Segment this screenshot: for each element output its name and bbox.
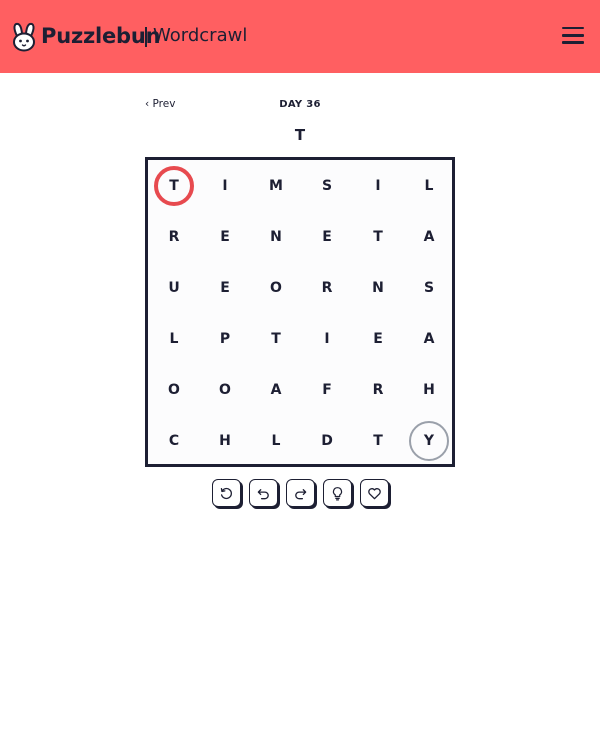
prev-link[interactable]: ‹ Prev (145, 98, 175, 110)
grid-cell[interactable]: R (358, 370, 398, 410)
undo-button[interactable] (249, 479, 278, 507)
hamburger-menu-icon[interactable] (562, 27, 584, 45)
heart-icon (368, 487, 381, 499)
grid-cell[interactable]: S (409, 268, 449, 308)
day-label: DAY 36 (279, 99, 321, 110)
site-header: Puzzlebun Wordcrawl (0, 0, 600, 73)
grid-cell[interactable]: P (205, 319, 245, 359)
grid-cell[interactable]: A (409, 319, 449, 359)
reset-icon (220, 487, 232, 499)
grid-cell[interactable]: A (409, 217, 449, 257)
bunny-logo-icon[interactable] (10, 22, 38, 52)
grid-cell[interactable]: T (256, 319, 296, 359)
grid-cell[interactable]: H (205, 421, 245, 461)
grid-cell[interactable]: F (307, 370, 347, 410)
header-divider (145, 27, 147, 47)
grid-cell[interactable]: U (154, 268, 194, 308)
grid-cell[interactable]: L (256, 421, 296, 461)
grid-cell[interactable]: S (307, 166, 347, 206)
grid-cell[interactable]: T (358, 217, 398, 257)
grid-cell-end[interactable]: Y (409, 421, 449, 461)
toolbar (212, 479, 390, 511)
grid-cell[interactable]: N (358, 268, 398, 308)
grid-cell[interactable]: O (154, 370, 194, 410)
grid-cell[interactable]: T (358, 421, 398, 461)
grid-cell[interactable]: H (409, 370, 449, 410)
undo-icon (257, 488, 269, 499)
grid-cell[interactable]: E (307, 217, 347, 257)
grid-cell[interactable]: A (256, 370, 296, 410)
grid-cell[interactable]: D (307, 421, 347, 461)
redo-button[interactable] (286, 479, 315, 507)
grid-cell[interactable]: M (256, 166, 296, 206)
grid-cell[interactable]: I (307, 319, 347, 359)
grid-cell[interactable]: L (409, 166, 449, 206)
grid-cell[interactable]: C (154, 421, 194, 461)
redo-icon (295, 488, 307, 499)
grid-cell[interactable]: O (256, 268, 296, 308)
grid-cell[interactable]: E (205, 268, 245, 308)
grid-cell[interactable]: I (205, 166, 245, 206)
hint-button[interactable] (323, 479, 352, 507)
favorite-button[interactable] (360, 479, 389, 507)
grid-cell[interactable]: R (307, 268, 347, 308)
grid-cell[interactable]: E (205, 217, 245, 257)
grid-cell[interactable]: L (154, 319, 194, 359)
grid-cell[interactable]: R (154, 217, 194, 257)
lightbulb-icon (332, 486, 343, 500)
grid-cell[interactable]: O (205, 370, 245, 410)
current-word: T (294, 126, 306, 144)
grid-cell-start[interactable]: T (154, 166, 194, 206)
letter-grid: TIMSILRENETAUEORNSLPTIEAOOAFRHCHLDTY (145, 157, 455, 467)
grid-cell[interactable]: I (358, 166, 398, 206)
reset-button[interactable] (212, 479, 241, 507)
brand-name[interactable]: Puzzlebun (41, 24, 161, 48)
grid-cell[interactable]: E (358, 319, 398, 359)
grid-cell[interactable]: N (256, 217, 296, 257)
game-title: Wordcrawl (153, 25, 248, 46)
